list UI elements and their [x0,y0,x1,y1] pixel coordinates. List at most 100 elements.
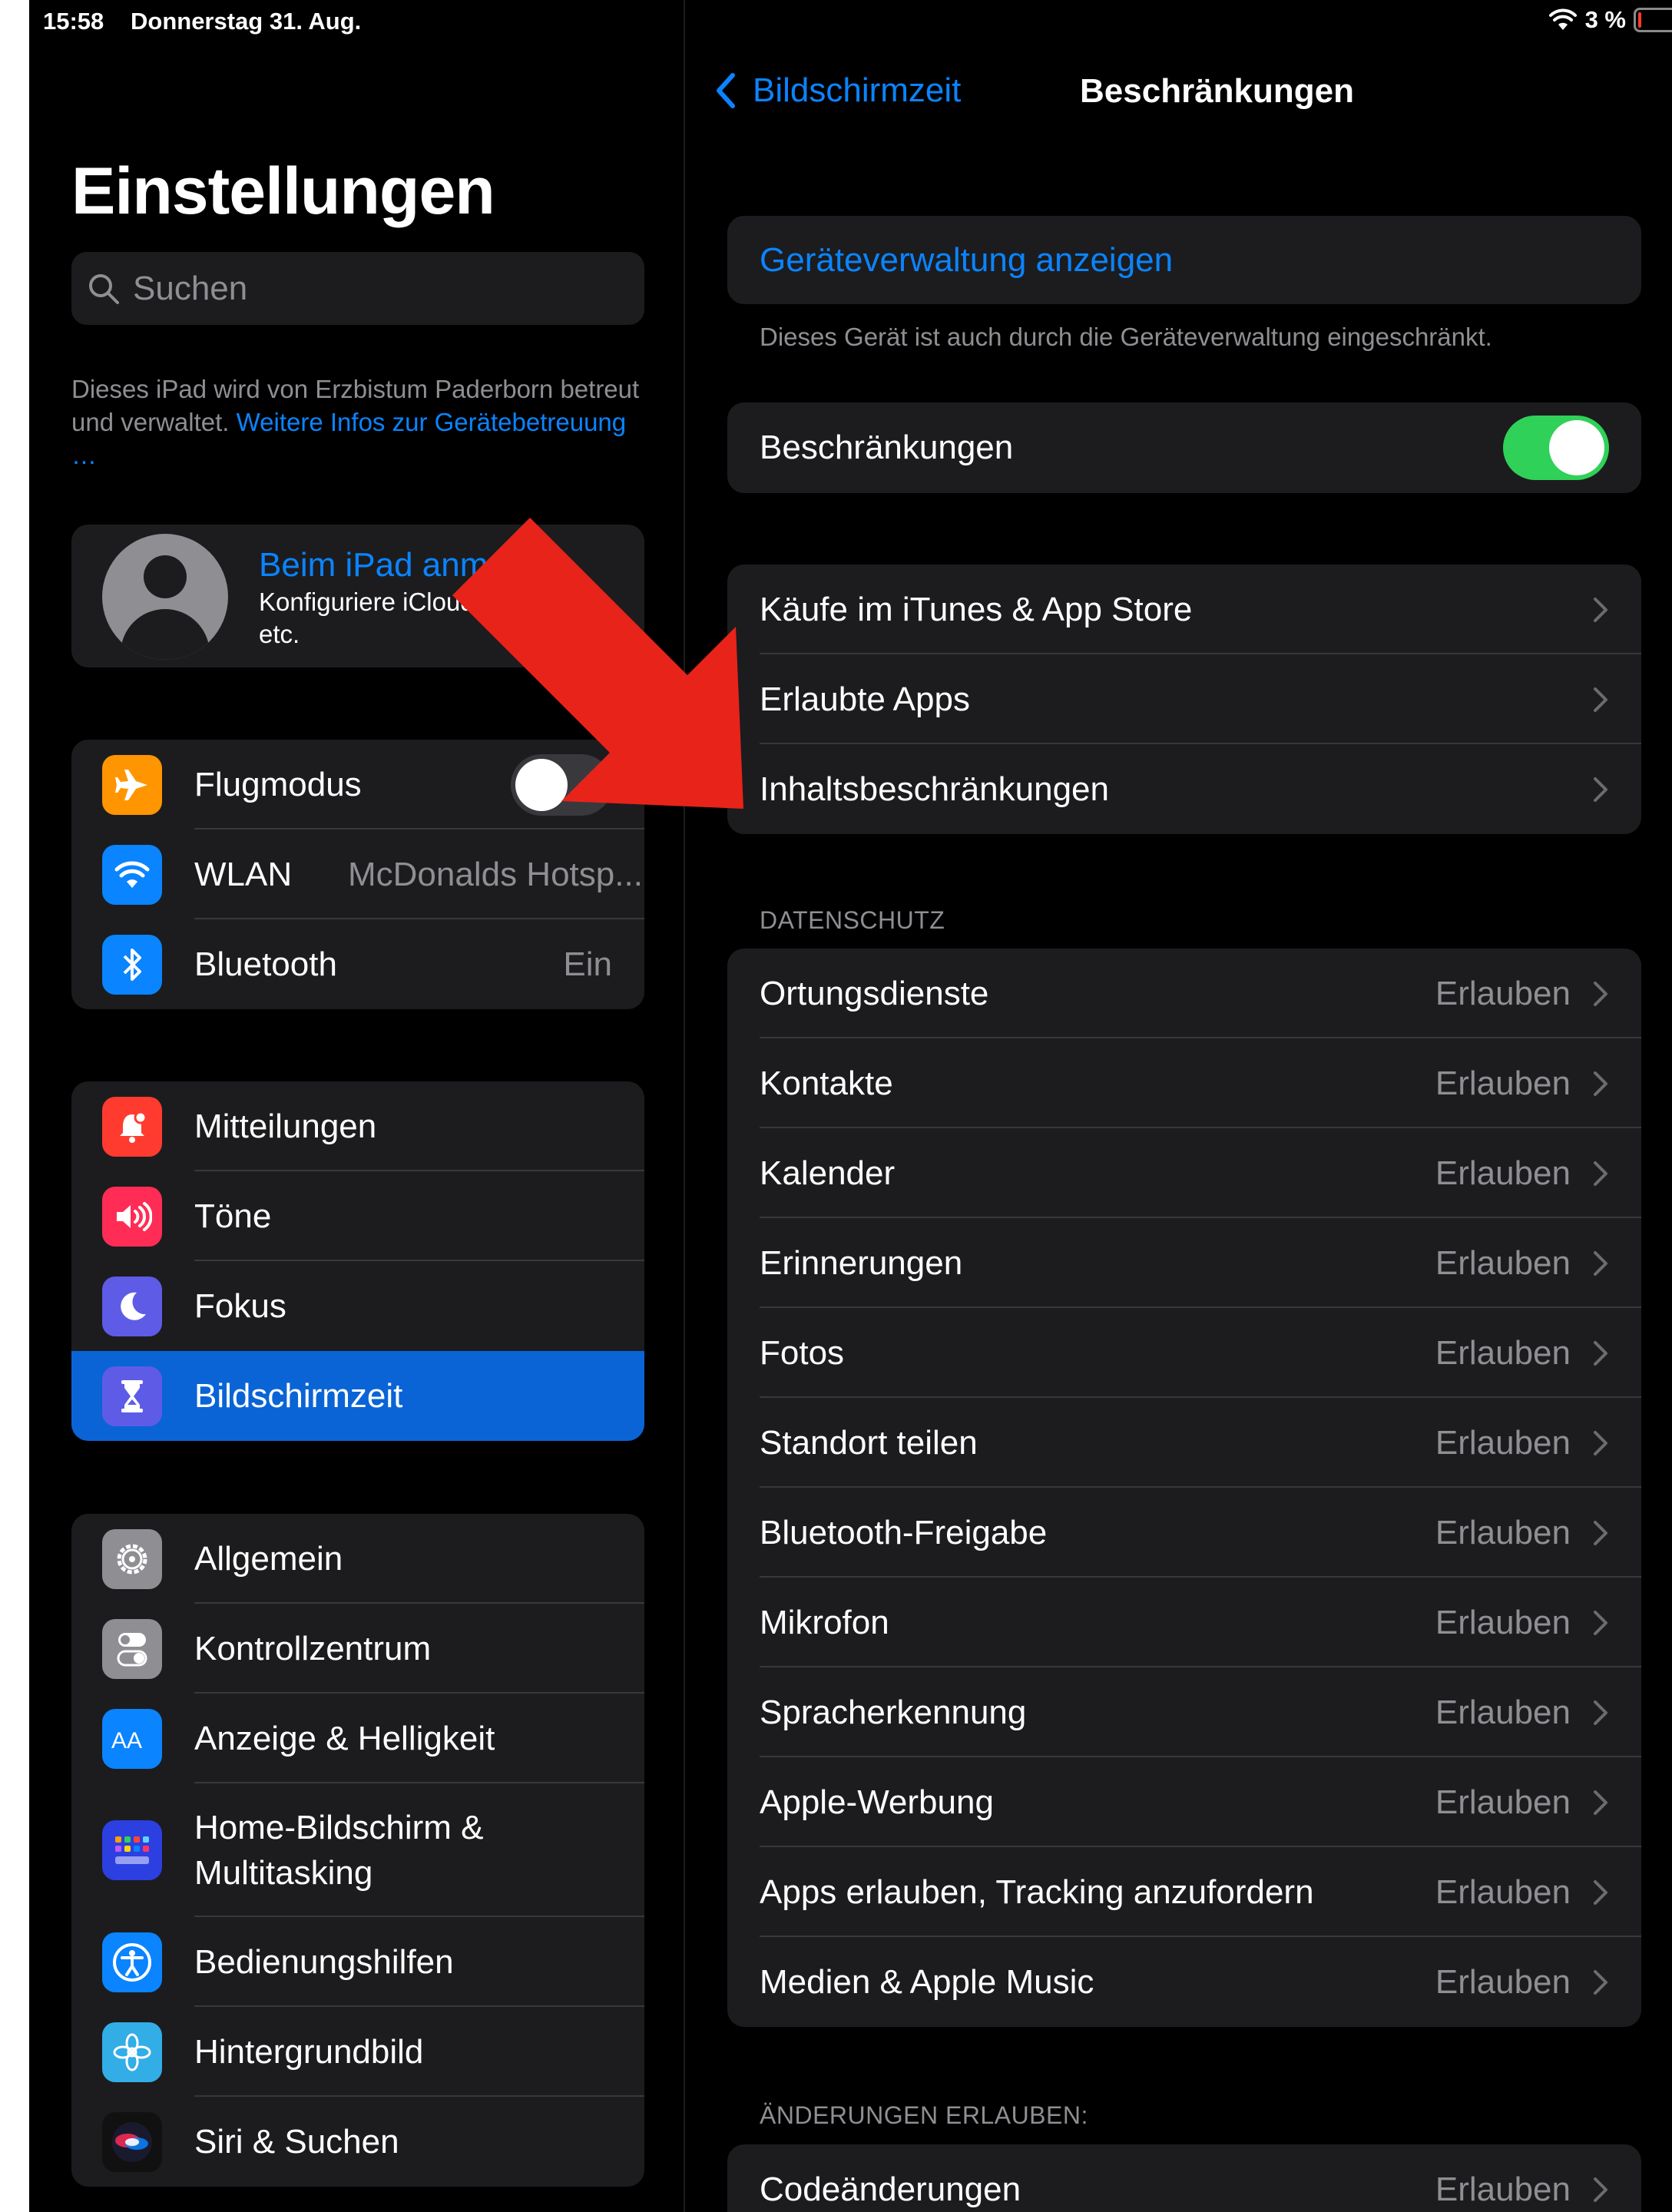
management-note: Dieses iPad wird von Erzbistum Paderborn… [71,373,644,472]
alerts-group: Mitteilungen Töne Fokus Bildschirmzeit [71,1081,644,1441]
page-title: Einstellungen [71,154,495,228]
notifications-icon [102,1096,162,1157]
chevron-right-icon [1594,1250,1607,1276]
sidebar-item-label: Mitteilungen [194,1107,377,1145]
sidebar-item-label: Home-Bildschirm & Multitasking [194,1809,484,1892]
list-item-value: Erlauben [1435,1693,1571,1731]
sidebar-item-anzeige[interactable]: AA Anzeige & Helligkeit [71,1694,644,1783]
store-group: Käufe im iTunes & App Store Erlaubte Apps… [727,565,1641,834]
list-item[interactable]: Mikrofon Erlauben [727,1578,1641,1667]
list-item[interactable]: Erinnerungen Erlauben [727,1218,1641,1308]
airplane-mode-toggle[interactable] [511,753,612,816]
general-group: Allgemein Kontrollzentrum AA Anzeige & H… [71,1514,644,2187]
list-item-label: Medien & Apple Music [760,1962,1094,2001]
list-item-value: Erlauben [1435,1423,1571,1462]
list-item[interactable]: Codeänderungen Erlauben [727,2144,1641,2212]
list-item[interactable]: Käufe im iTunes & App Store [727,565,1641,654]
gear-icon [102,1528,162,1589]
list-item[interactable]: Apple-Werbung Erlauben [727,1757,1641,1847]
device-management-note: Dieses Gerät ist auch durch die Geräteve… [760,323,1492,351]
sidebar-item-label: Flugmodus [194,765,362,803]
chevron-right-icon [1594,1790,1607,1815]
chevron-right-icon [1594,1879,1607,1905]
chevron-right-icon [1594,2177,1607,2202]
sidebar-item-label: Hintergrundbild [194,2032,424,2071]
sidebar-item-hintergrundbild[interactable]: Hintergrundbild [71,2007,644,2097]
list-item-value: Erlauben [1435,2170,1571,2208]
sidebar-item-allgemein[interactable]: Allgemein [71,1514,644,1604]
list-item[interactable]: Erlaubte Apps [727,654,1641,744]
chevron-right-icon [1594,1161,1607,1186]
sidebar-item-kontrollzentrum[interactable]: Kontrollzentrum [71,1604,644,1694]
wifi-icon [102,844,162,905]
changes-group: Codeänderungen Erlauben [727,2144,1641,2212]
sounds-icon [102,1186,162,1247]
chevron-right-icon [1594,981,1607,1006]
sidebar-item-wlan[interactable]: WLAN McDonalds Hotsp... [71,830,644,919]
list-item-value: Erlauben [1435,1873,1571,1911]
list-item-label: Erlaubte Apps [760,680,970,718]
sidebar-item-toene[interactable]: Töne [71,1171,644,1261]
sidebar-item-fokus[interactable]: Fokus [71,1261,644,1351]
list-item[interactable]: Fotos Erlauben [727,1308,1641,1398]
wallpaper-icon [102,2022,162,2082]
list-item-value: Erlauben [1435,1333,1571,1372]
sidebar-item-bluetooth[interactable]: Bluetooth Ein [71,919,644,1009]
ipad-screen: 15:58 Donnerstag 31. Aug. 3 % Einstellun… [29,0,1672,2212]
airplane-icon [102,754,162,815]
list-item[interactable]: Ortungsdienste Erlauben [727,949,1641,1038]
list-item-value: Erlauben [1435,1243,1571,1282]
list-item[interactable]: Apps erlauben, Tracking anzufordern Erlau… [727,1847,1641,1937]
restrictions-toggle[interactable] [1503,416,1609,480]
list-item[interactable]: Kontakte Erlauben [727,1038,1641,1128]
device-management-link[interactable]: Geräteverwaltung anzeigen [760,241,1173,280]
privacy-group: Ortungsdienste Erlauben Kontakte Erlauben Ka… [727,949,1641,2027]
device-management-link-row[interactable]: Geräteverwaltung anzeigen [727,216,1641,304]
list-item[interactable]: Spracherkennung Erlauben [727,1667,1641,1757]
list-item[interactable]: Bluetooth-Freigabe Erlauben [727,1488,1641,1578]
sidebar-item-bildschirmzeit[interactable]: Bildschirmzeit [71,1351,644,1441]
list-item-label: Käufe im iTunes & App Store [760,590,1193,628]
list-item-label: Erinnerungen [760,1243,963,1282]
restrictions-label: Beschränkungen [760,429,1014,466]
control-center-icon [102,1618,162,1679]
back-button[interactable]: Bildschirmzeit [713,71,961,111]
list-item[interactable]: Medien & Apple Music Erlauben [727,1937,1641,2027]
chevron-right-icon [1594,1340,1607,1366]
list-item-value: Erlauben [1435,974,1571,1012]
list-item[interactable]: Inhaltsbeschränkungen [727,744,1641,834]
focus-moon-icon [102,1276,162,1336]
sidebar-item-mitteilungen[interactable]: Mitteilungen [71,1081,644,1171]
wlan-network-value: McDonalds Hotsp... [348,855,643,893]
sidebar-item-flugmodus[interactable]: Flugmodus [71,740,644,830]
changes-section-header: ÄNDERUNGEN ERLAUBEN: [760,2101,1088,2129]
chevron-right-icon [1594,1610,1607,1635]
connectivity-group: Flugmodus WLAN McDonalds Hotsp... Blueto… [71,740,644,1009]
list-item-value: Erlauben [1435,1783,1571,1821]
sidebar-item-bedienungshilfen[interactable]: Bedienungshilfen [71,1917,644,2007]
list-item[interactable]: Kalender Erlauben [727,1128,1641,1218]
chevron-left-icon [717,73,735,108]
detail-panel: Bildschirmzeit Beschränkungen Geräteverw… [685,0,1672,2212]
sidebar-item-label: Bildschirmzeit [194,1376,403,1415]
display-icon: AA [102,1708,162,1769]
list-item-label: Kontakte [760,1064,893,1102]
back-button-label: Bildschirmzeit [753,71,962,109]
list-item[interactable]: Standort teilen Erlauben [727,1398,1641,1488]
list-item-label: Apple-Werbung [760,1783,994,1821]
search-field[interactable]: Suchen [71,252,644,325]
sidebar-item-siri[interactable]: Siri & Suchen [71,2097,644,2187]
detail-title: Beschränkungen [1080,72,1354,110]
account-signin-card[interactable]: Beim iPad anmelden Konfiguriere iCloud, … [71,525,644,667]
device-management-group: Geräteverwaltung anzeigen [727,216,1641,304]
list-item-value: Erlauben [1435,1962,1571,2001]
account-signin-subtitle: Konfiguriere iCloud, App Store etc. [259,588,600,648]
hourglass-icon [102,1366,162,1426]
list-item-value: Erlauben [1435,1603,1571,1641]
sidebar-item-home-bildschirm[interactable]: Home-Bildschirm & Multitasking [71,1783,644,1917]
settings-sidebar: Einstellungen Suchen Dieses iPad wird vo… [29,0,685,2212]
bluetooth-status-value: Ein [563,945,612,983]
list-item-label: Fotos [760,1333,845,1372]
chevron-right-icon [1594,1430,1607,1455]
restrictions-row: Beschränkungen [727,402,1641,493]
